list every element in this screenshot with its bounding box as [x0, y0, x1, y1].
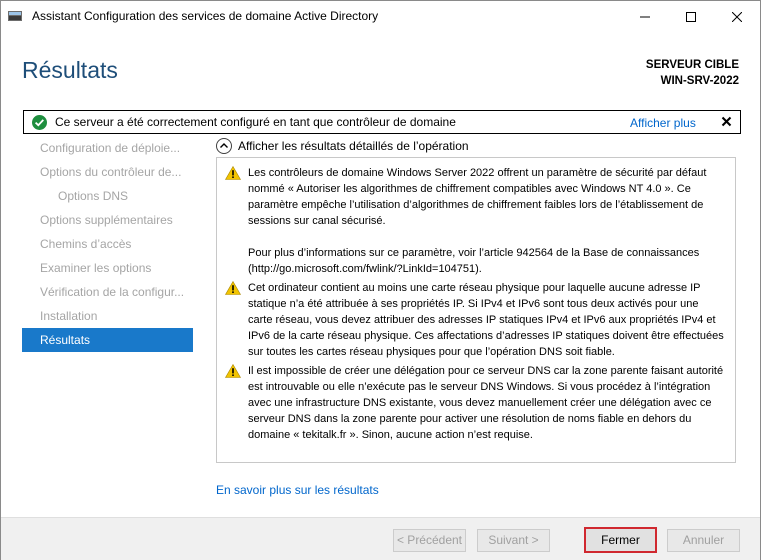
window-title: Assistant Configuration des services de … — [32, 9, 379, 23]
message-text-more: Pour plus d’informations sur ce paramètr… — [248, 247, 700, 275]
minimize-button[interactable] — [622, 1, 668, 32]
message-text: Il est impossible de créer une délégatio… — [248, 365, 724, 441]
success-check-icon — [32, 115, 47, 130]
page-title: Résultats — [22, 57, 118, 83]
warning-icon — [224, 165, 242, 180]
close-icon — [732, 11, 742, 22]
nav-item-paths[interactable]: Chemins d’accès — [22, 232, 193, 256]
target-server-label: SERVEUR CIBLE — [645, 59, 739, 71]
server-manager-icon — [8, 10, 22, 22]
banner-message: Ce serveur a été correctement configuré … — [55, 115, 456, 129]
message-text: Cet ordinateur contient au moins une car… — [248, 282, 724, 358]
close-button[interactable]: Fermer — [584, 527, 657, 553]
previous-button[interactable]: < Précédent — [393, 529, 466, 552]
nav-item-dns-options[interactable]: Options DNS — [22, 184, 193, 208]
learn-more-link[interactable]: En savoir plus sur les résultats — [216, 483, 379, 497]
target-server-info: SERVEUR CIBLE WIN-SRV-2022 — [646, 57, 739, 89]
nav-item-dc-options[interactable]: Options du contrôleur de... — [22, 160, 193, 184]
wizard-window: Assistant Configuration des services de … — [0, 0, 761, 560]
notification-banner: Ce serveur a été correctement configuré … — [23, 110, 741, 134]
title-bar: Assistant Configuration des services de … — [1, 1, 760, 32]
target-server-name: WIN-SRV-2022 — [660, 75, 739, 87]
nav-item-installation[interactable]: Installation — [22, 304, 193, 328]
show-more-link[interactable]: Afficher plus — [630, 116, 696, 130]
nav-item-review-options[interactable]: Examiner les options — [22, 256, 193, 280]
details-toggle-label: Afficher les résultats détaillés de l’op… — [238, 139, 469, 153]
warning-icon — [224, 280, 242, 295]
close-icon — [721, 116, 732, 127]
window-close-button[interactable] — [714, 1, 760, 32]
cancel-button[interactable]: Annuler — [667, 529, 740, 552]
nav-item-results[interactable]: Résultats — [22, 328, 193, 352]
results-messages-box[interactable]: Les contrôleurs de domaine Windows Serve… — [216, 157, 736, 463]
maximize-icon — [686, 11, 696, 22]
wizard-nav: Configuration de déploie... Options du c… — [22, 136, 193, 352]
nav-item-prereq-check[interactable]: Vérification de la configur... — [22, 280, 193, 304]
nav-item-deployment-config[interactable]: Configuration de déploie... — [22, 136, 193, 160]
wizard-footer: < Précédent Suivant > Fermer Annuler — [1, 517, 760, 560]
chevron-up-icon — [216, 138, 232, 154]
dismiss-banner-button[interactable] — [721, 116, 732, 127]
message-text: Les contrôleurs de domaine Windows Serve… — [248, 167, 707, 227]
next-button[interactable]: Suivant > — [477, 529, 550, 552]
maximize-button[interactable] — [668, 1, 714, 32]
warning-icon — [224, 363, 242, 378]
minimize-icon — [640, 16, 650, 17]
nav-item-additional-options[interactable]: Options supplémentaires — [22, 208, 193, 232]
